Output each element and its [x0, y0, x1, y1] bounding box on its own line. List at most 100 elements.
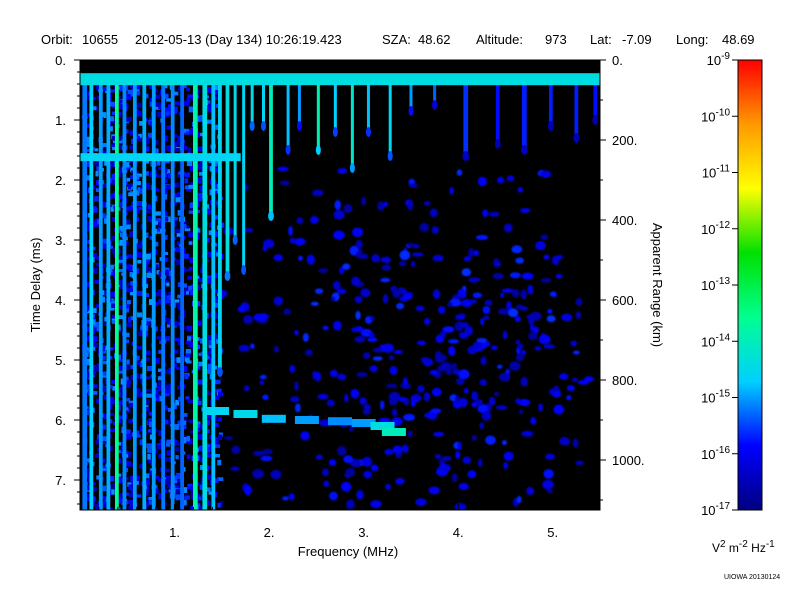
noise-blob	[384, 256, 390, 264]
echo-cell	[146, 393, 152, 398]
noise-blob	[547, 308, 553, 314]
echo-cell	[189, 486, 194, 491]
noise-blob	[447, 302, 453, 308]
noise-blob	[317, 393, 329, 400]
oblique-echo-point	[261, 414, 286, 423]
noise-blob	[314, 288, 324, 294]
noise-blob	[496, 262, 501, 267]
noise-blob	[289, 364, 296, 373]
plasma-line	[132, 78, 137, 510]
echo-cell	[126, 398, 131, 402]
echo-cell	[128, 183, 133, 187]
plasma-line	[388, 78, 392, 156]
noise-blob	[416, 340, 426, 346]
plasma-line	[192, 78, 198, 510]
noise-blob	[369, 365, 378, 373]
noise-blob	[458, 369, 470, 380]
echo-cell	[173, 441, 179, 446]
noise-blob	[344, 393, 349, 403]
noise-blob	[415, 305, 425, 312]
oblique-echo-point	[205, 407, 230, 415]
y2-tick-label: 200.	[612, 133, 637, 148]
echo-cell	[188, 241, 193, 245]
noise-blob	[253, 450, 265, 456]
noise-blob	[467, 470, 477, 479]
noise-blob	[399, 250, 411, 261]
echo-cell	[94, 279, 99, 284]
noise-blob	[388, 391, 401, 402]
noise-blob	[342, 263, 351, 270]
plasma-line	[366, 78, 370, 132]
noise-blob	[370, 500, 382, 508]
noise-blob	[237, 305, 246, 313]
noise-blob	[480, 318, 485, 326]
noise-blob	[543, 254, 550, 260]
noise-blob	[482, 305, 491, 314]
echo-cell	[127, 89, 133, 95]
noise-blob	[527, 284, 534, 295]
plasma-line	[269, 78, 273, 216]
noise-blob	[432, 387, 442, 397]
echo-cell	[95, 304, 100, 308]
noise-blob	[423, 200, 431, 206]
noise-blob	[289, 237, 296, 244]
noise-blob	[388, 355, 395, 361]
noise-blob	[295, 403, 301, 413]
noise-blob	[386, 383, 398, 389]
noise-blob	[515, 339, 521, 345]
noise-blob	[356, 372, 368, 378]
noise-blob	[552, 390, 562, 398]
noise-blob	[356, 490, 364, 500]
noise-blob	[310, 215, 319, 224]
noise-blob	[351, 276, 361, 287]
noise-blob	[354, 229, 361, 237]
noise-blob	[380, 400, 385, 410]
echo-cell	[118, 315, 124, 320]
x-tick-label: 1.	[169, 525, 180, 540]
noise-blob	[351, 327, 360, 333]
noise-blob	[259, 374, 267, 380]
plasma-line-tail	[261, 121, 266, 131]
echo-cell	[126, 206, 133, 211]
echo-cell	[166, 468, 170, 473]
noise-blob	[468, 248, 475, 258]
echo-cell	[128, 452, 132, 459]
noise-blob	[407, 430, 413, 438]
echo-cell	[158, 349, 162, 354]
echo-cell	[136, 181, 141, 186]
noise-blob	[549, 291, 557, 297]
echo-cell	[157, 160, 161, 166]
noise-blob	[458, 482, 469, 491]
echo-cell	[154, 102, 161, 107]
noise-blob	[440, 361, 452, 372]
echo-cell	[145, 253, 151, 260]
noise-blob	[520, 208, 531, 213]
noise-blob	[461, 268, 472, 277]
oblique-echo-point	[233, 410, 258, 418]
echo-cell	[186, 325, 192, 331]
noise-blob	[460, 300, 471, 307]
echo-cell	[109, 476, 115, 482]
noise-blob	[355, 251, 361, 259]
noise-blob	[423, 317, 431, 325]
noise-blob	[304, 349, 313, 356]
noise-blob	[443, 326, 455, 333]
noise-blob	[371, 254, 380, 263]
y-axis-title: Time Delay (ms)	[28, 238, 43, 333]
echo-cell	[183, 253, 190, 259]
echo-cell	[146, 272, 153, 278]
echo-cell	[110, 291, 114, 297]
plasma-line	[151, 78, 156, 510]
noise-blob	[412, 244, 420, 249]
plasma-line-tail	[547, 121, 554, 131]
echo-cell	[102, 355, 106, 361]
echo-cell	[157, 174, 162, 178]
echo-cell	[109, 101, 115, 107]
colorbar-tick-label: 10-15	[701, 389, 730, 406]
noise-blob	[515, 354, 524, 362]
echo-cell	[175, 446, 179, 452]
noise-blob	[448, 339, 460, 344]
plasma-line	[496, 78, 500, 144]
echo-cell	[217, 502, 221, 508]
echo-cell	[136, 90, 141, 96]
